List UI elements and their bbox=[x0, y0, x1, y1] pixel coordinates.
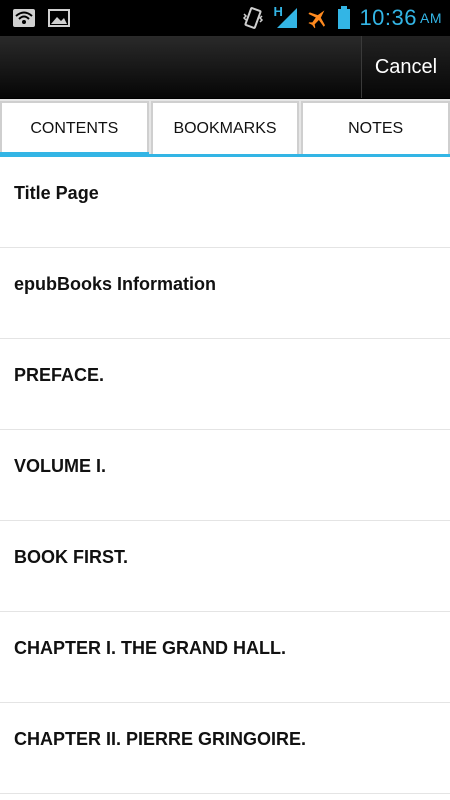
battery-icon bbox=[337, 6, 351, 30]
toc-item[interactable]: Title Page bbox=[0, 157, 450, 248]
wifi-icon bbox=[12, 8, 36, 28]
airplane-icon bbox=[307, 7, 329, 29]
vibrate-icon bbox=[241, 6, 265, 30]
toc-item[interactable]: VOLUME I. bbox=[0, 430, 450, 521]
signal-type-label: H bbox=[273, 4, 283, 19]
tab-contents[interactable]: CONTENTS bbox=[0, 101, 149, 157]
status-bar: H 10:36 AM bbox=[0, 0, 450, 36]
clock: 10:36 AM bbox=[359, 5, 442, 31]
action-bar: Cancel bbox=[0, 36, 450, 99]
toc-list: Title Page epubBooks Information PREFACE… bbox=[0, 157, 450, 794]
status-left bbox=[12, 8, 82, 28]
toc-item[interactable]: CHAPTER I. THE GRAND HALL. bbox=[0, 612, 450, 703]
action-bar-spacer bbox=[0, 36, 361, 98]
tab-notes[interactable]: NOTES bbox=[301, 101, 450, 154]
cancel-button[interactable]: Cancel bbox=[361, 36, 450, 98]
clock-time: 10:36 bbox=[359, 5, 417, 30]
status-right: H 10:36 AM bbox=[233, 4, 442, 31]
tab-bar: CONTENTS BOOKMARKS NOTES bbox=[0, 99, 450, 157]
toc-item[interactable]: CHAPTER II. PIERRE GRINGOIRE. bbox=[0, 703, 450, 794]
hspa-signal-icon: H bbox=[273, 4, 299, 30]
toc-item[interactable]: PREFACE. bbox=[0, 339, 450, 430]
tab-bookmarks[interactable]: BOOKMARKS bbox=[150, 101, 300, 154]
toc-item[interactable]: BOOK FIRST. bbox=[0, 521, 450, 612]
image-notification-icon bbox=[48, 8, 70, 28]
toc-item[interactable]: epubBooks Information bbox=[0, 248, 450, 339]
clock-ampm: AM bbox=[420, 10, 442, 26]
